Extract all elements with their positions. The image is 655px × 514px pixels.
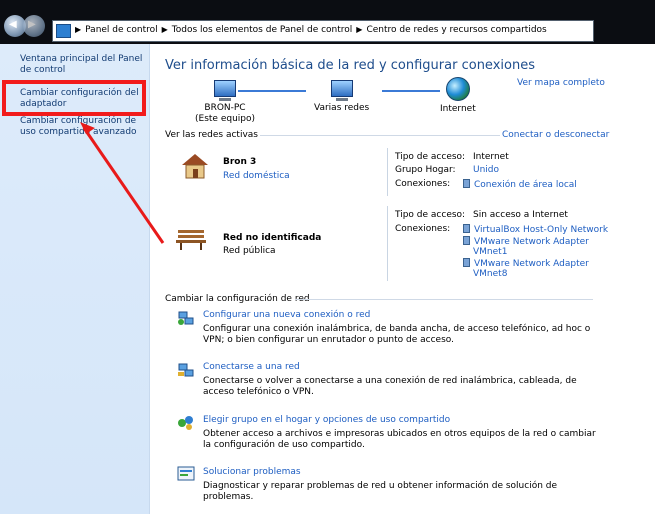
- sidebar: Ventana principal del Panel de control C…: [0, 44, 150, 514]
- view-full-map-link[interactable]: Ver mapa completo: [517, 78, 605, 88]
- sidebar-item-control-panel-home[interactable]: Ventana principal del Panel de control: [20, 54, 145, 76]
- address-field[interactable]: ▶ Panel de control ▶ Todos los elementos de…: [52, 20, 594, 42]
- network-name: Red no identificada: [223, 233, 322, 243]
- network-adapter-icon: [463, 236, 470, 245]
- connection-link-vmnet1-cont[interactable]: VMnet1: [473, 247, 507, 258]
- back-arrow-icon: ◀: [9, 19, 17, 30]
- breadcrumb-item[interactable]: Todos los elementos de Panel de control: [172, 25, 353, 35]
- breadcrumb-item[interactable]: Panel de control: [85, 25, 157, 35]
- page-title: Ver información básica de la red y confi…: [165, 58, 535, 73]
- connection-line: [238, 90, 306, 92]
- connect-network-icon: [178, 363, 194, 377]
- connections-label: Conexiones:: [395, 224, 451, 234]
- breadcrumb-item[interactable]: Centro de redes y recursos compartidos: [366, 25, 546, 35]
- new-connection-icon: [178, 311, 194, 325]
- address-bar-area: ◀ ▶ ▶ Panel de control ▶ Todos los elemento…: [0, 0, 655, 44]
- network-type: Red pública: [223, 246, 276, 256]
- sidebar-item-advanced-sharing[interactable]: Cambiar configuración de uso compartido …: [20, 116, 145, 138]
- pc-subtitle: (Este equipo): [195, 114, 255, 124]
- main-content: Ver información básica de la red y confi…: [150, 44, 655, 514]
- this-computer-node: BRON-PC (Este equipo): [195, 80, 255, 125]
- troubleshoot-icon: [177, 466, 195, 481]
- task-troubleshoot-link[interactable]: Solucionar problemas: [203, 467, 301, 477]
- globe-icon: [445, 77, 470, 101]
- red-highlight-box: [2, 80, 146, 116]
- homegroup-label: Grupo Hogar:: [395, 165, 456, 175]
- connection-line: [382, 90, 440, 92]
- connection-link-text[interactable]: Conexión de área local: [474, 180, 577, 190]
- network-adapter-icon: [463, 179, 470, 188]
- task-setup-connection-desc: Configurar una conexión inalámbrica, de …: [203, 324, 591, 345]
- internet-label: Internet: [440, 104, 476, 114]
- breadcrumb-separator-icon[interactable]: ▶: [75, 25, 81, 34]
- networks-node: Varias redes: [314, 80, 369, 114]
- active-networks-header: Ver las redes activas: [165, 130, 258, 140]
- breadcrumb-separator-icon[interactable]: ▶: [162, 25, 168, 34]
- connection-link-vmnet8-cont[interactable]: VMnet8: [473, 269, 507, 280]
- forward-button[interactable]: ▶: [23, 15, 45, 37]
- divider: [260, 135, 500, 136]
- access-type-label: Tipo de acceso:: [395, 210, 466, 220]
- connections-label: Conexiones:: [395, 179, 451, 189]
- homegroup-link[interactable]: Unido: [473, 165, 499, 176]
- divider: [387, 148, 388, 196]
- home-network-icon: [182, 154, 208, 179]
- network-adapter-icon: [463, 224, 470, 233]
- task-connect-network-link[interactable]: Conectarse a una red: [203, 362, 300, 372]
- internet-node: Internet: [440, 77, 476, 115]
- divider: [295, 299, 593, 300]
- network-name: Bron 3: [223, 157, 257, 167]
- task-setup-connection-link[interactable]: Configurar una nueva conexión o red: [203, 310, 370, 320]
- connection-link-virtualbox[interactable]: VirtualBox Host-Only Network: [463, 224, 608, 236]
- network-type-link[interactable]: Red doméstica: [223, 171, 290, 181]
- network-icon: [330, 80, 353, 97]
- task-troubleshoot-desc: Diagnosticar y reparar problemas de red …: [203, 481, 558, 502]
- task-homegroup-desc: Obtener acceso a archivos e impresoras u…: [203, 429, 596, 450]
- networks-label: Varias redes: [314, 103, 370, 113]
- connection-link[interactable]: Conexión de área local: [463, 179, 577, 191]
- access-type-label: Tipo de acceso:: [395, 152, 466, 162]
- breadcrumb: ▶ Panel de control ▶ Todos los elementos de…: [73, 25, 547, 35]
- pc-name: BRON-PC: [204, 103, 246, 113]
- computer-icon: [214, 80, 236, 97]
- task-homegroup-link[interactable]: Elegir grupo en el hogar y opciones de u…: [203, 415, 450, 425]
- change-settings-header: Cambiar la configuración de red: [165, 294, 310, 304]
- access-type-value: Sin acceso a Internet: [473, 210, 568, 220]
- control-panel-icon: [56, 24, 71, 38]
- network-adapter-icon: [463, 258, 470, 267]
- forward-arrow-icon: ▶: [28, 19, 36, 30]
- task-connect-network-desc: Conectarse o volver a conectarse a una c…: [203, 376, 577, 397]
- breadcrumb-separator-icon[interactable]: ▶: [356, 25, 362, 34]
- divider: [387, 206, 388, 281]
- homegroup-icon: [178, 416, 193, 430]
- public-network-bench-icon: [176, 230, 206, 250]
- access-type-value: Internet: [473, 152, 509, 162]
- connect-disconnect-link[interactable]: Conectar o desconectar: [502, 130, 609, 140]
- nav-buttons: ◀ ▶: [4, 14, 45, 38]
